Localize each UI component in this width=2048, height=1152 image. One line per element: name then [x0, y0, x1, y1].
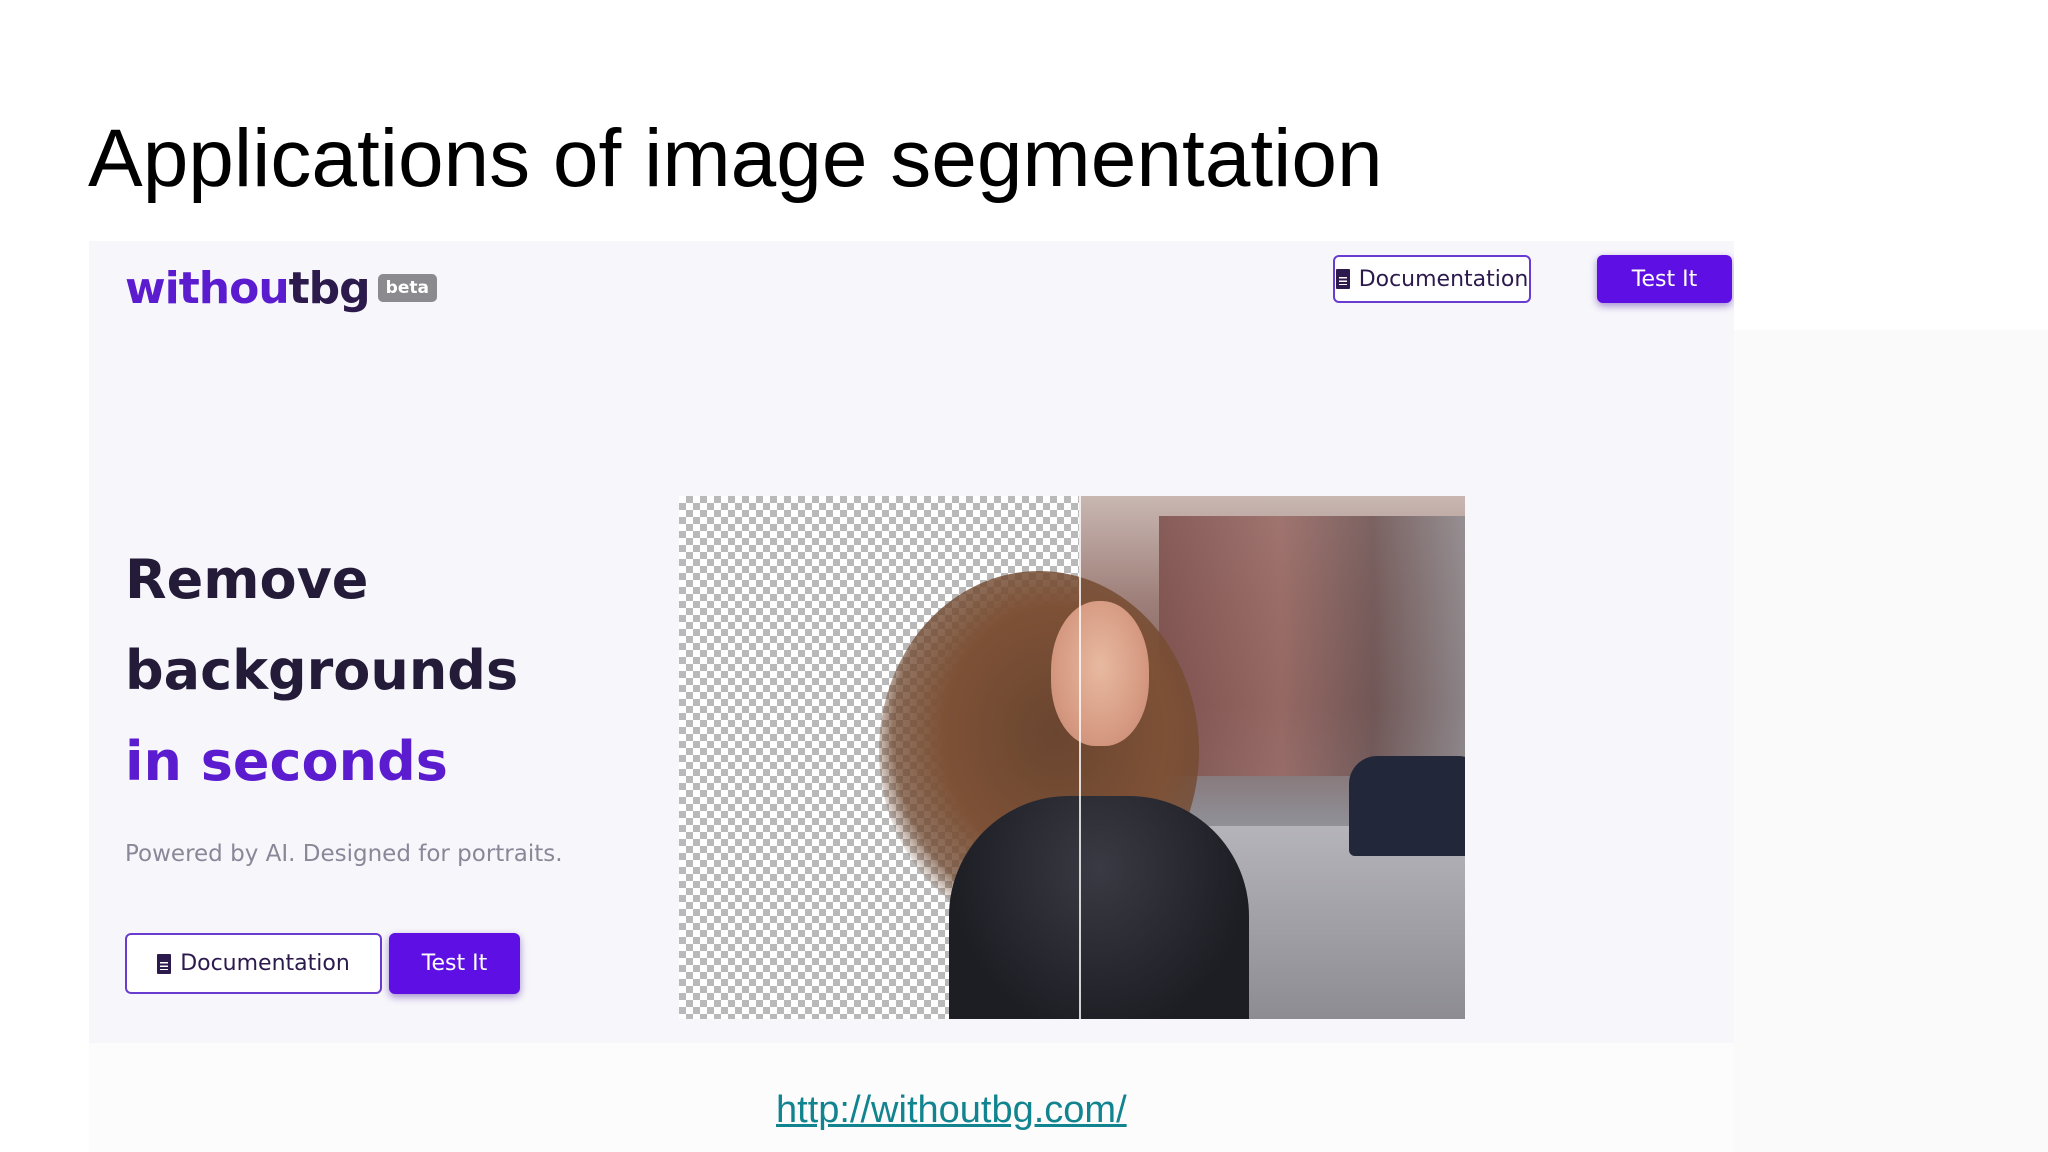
car-background	[1349, 756, 1465, 856]
hero-test-it-label: Test It	[421, 951, 488, 976]
document-icon	[1335, 269, 1350, 289]
logo-text: withoutbg	[125, 262, 371, 314]
slide-title: Applications of image segmentation	[88, 113, 1383, 204]
portrait-jacket	[949, 796, 1249, 1019]
hero-heading-line3: in seconds	[125, 730, 448, 793]
document-icon	[157, 953, 172, 974]
nav-documentation-button[interactable]: Documentation	[1333, 255, 1531, 303]
hero-heading-line2: backgrounds	[125, 639, 519, 702]
nav-test-it-button[interactable]: Test It	[1597, 255, 1732, 303]
beta-badge: beta	[377, 274, 437, 302]
withoutbg-link[interactable]: http://withoutbg.com/	[776, 1089, 1127, 1132]
hero-subtitle: Powered by AI. Designed for portraits.	[125, 841, 563, 867]
before-after-demo-image	[679, 496, 1465, 1019]
comparison-divider	[1079, 496, 1081, 1019]
nav-documentation-label: Documentation	[1358, 266, 1529, 292]
hero-documentation-label: Documentation	[180, 951, 350, 976]
hero-test-it-button[interactable]: Test It	[389, 933, 520, 994]
building-background	[1159, 516, 1465, 776]
portrait-face	[1051, 601, 1149, 746]
hero-documentation-button[interactable]: Documentation	[125, 933, 382, 994]
nav-test-it-label: Test It	[1631, 266, 1698, 292]
withoutbg-logo[interactable]: withoutbg beta	[125, 258, 437, 318]
slide-side-panel	[1733, 330, 2048, 1152]
hero-heading-line1: Remove	[125, 548, 369, 611]
website-screenshot: withoutbg beta Documentation Test It Rem…	[89, 241, 1734, 1043]
